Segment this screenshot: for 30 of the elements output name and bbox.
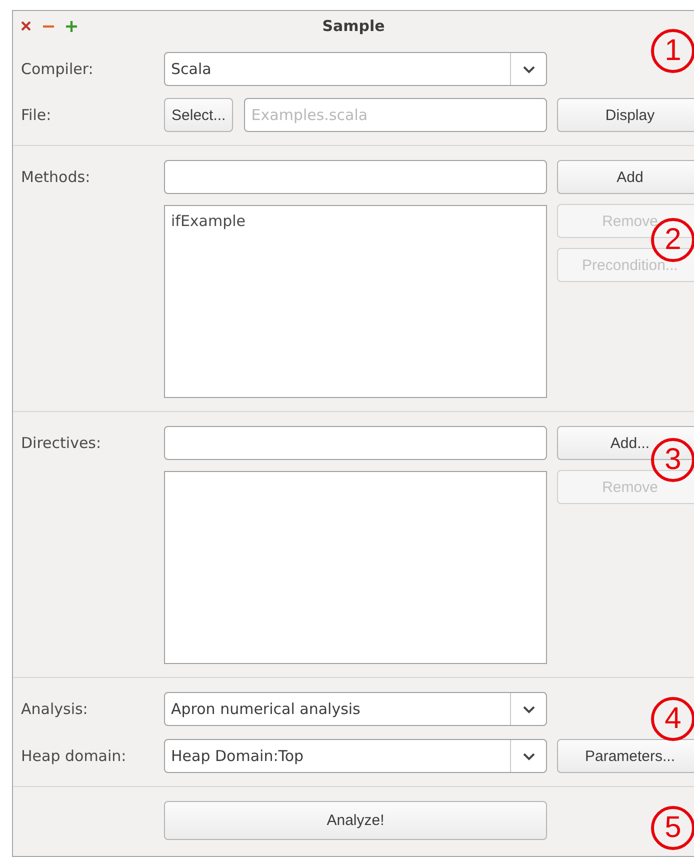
minimize-icon[interactable] [43, 24, 54, 28]
input-field[interactable] [164, 426, 547, 460]
chevron-down-icon [522, 64, 536, 74]
action-button[interactable]: Add [557, 160, 694, 194]
parameters-button[interactable]: Parameters... [557, 739, 694, 773]
chevron-down-icon [522, 704, 536, 714]
maximize-icon[interactable] [66, 20, 77, 32]
callout-number: 4 [651, 697, 694, 741]
field-label: Heap domain: [21, 746, 128, 767]
list-item[interactable]: ifExample [171, 210, 540, 232]
input-field[interactable] [164, 160, 547, 194]
field-label: Compiler: [21, 59, 94, 80]
display-button[interactable]: Display [557, 98, 694, 132]
field-label: File: [21, 105, 52, 126]
chevron-down-icon [522, 752, 536, 760]
dropdown[interactable]: Apron numerical analysis [164, 692, 547, 726]
callout-number: 5 [651, 806, 694, 850]
dropdown[interactable]: Scala [164, 52, 547, 86]
field-label: Methods: [21, 167, 92, 188]
callout-number: 1 [651, 29, 694, 73]
dropdown[interactable]: Heap Domain:Top [164, 739, 547, 773]
field-label: Directives: [21, 433, 102, 454]
analyze-button[interactable]: Analyze! [164, 801, 547, 840]
close-icon[interactable] [21, 21, 31, 31]
callout-number: 3 [651, 438, 694, 482]
input-field[interactable]: Examples.scala [244, 98, 547, 132]
window-title: Sample [321, 17, 386, 35]
select-button[interactable]: Select... [164, 98, 234, 132]
list-box[interactable]: ifExample [164, 205, 547, 398]
field-label: Analysis: [21, 699, 89, 720]
